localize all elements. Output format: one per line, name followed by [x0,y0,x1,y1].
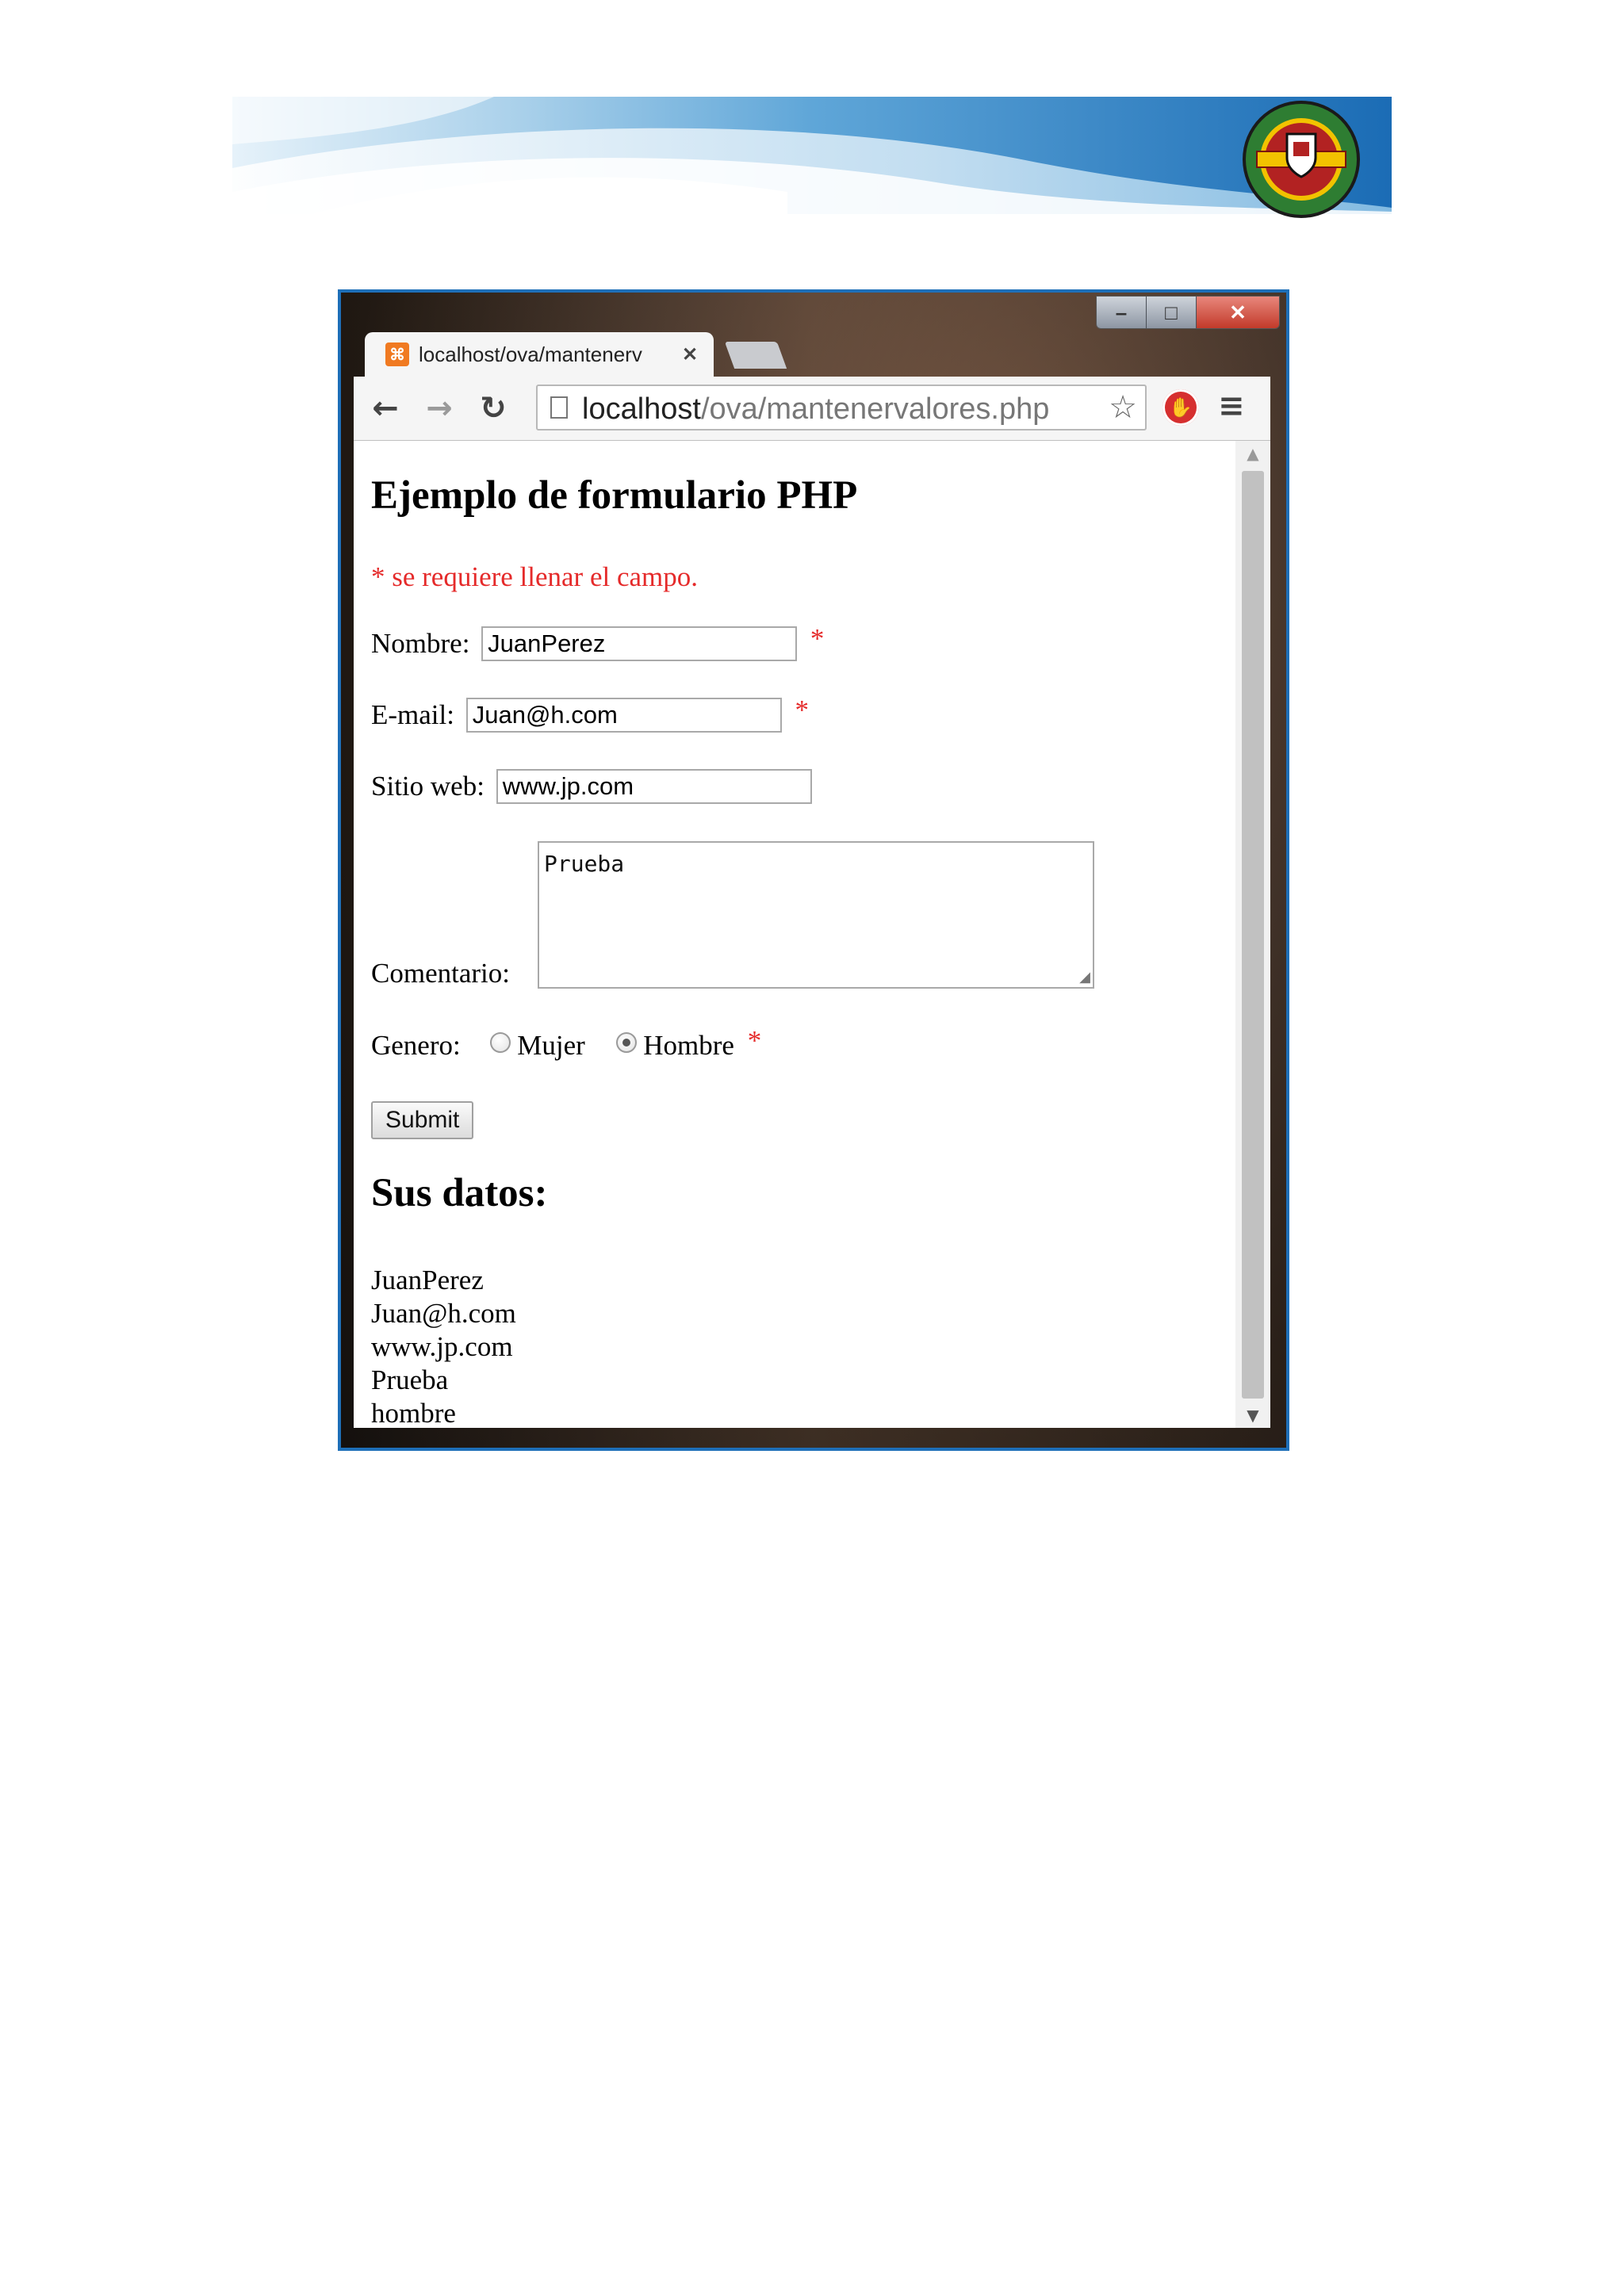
vertical-scrollbar[interactable]: ▲ ▼ [1235,441,1270,1428]
header-banner [232,97,1392,214]
browser-tab[interactable]: ⌘ localhost/ova/mantenerv ✕ [365,332,714,377]
back-arrow-icon[interactable]: ← [365,388,406,429]
email-required-marker: * [795,694,809,725]
address-bar[interactable]: localhost/ova/mantenervalores.php ☆ [536,385,1147,430]
radio-hombre-label: Hombre [643,1029,734,1061]
radio-mujer[interactable] [490,1031,511,1053]
result-item: Juan@h.com [371,1298,516,1329]
minimize-icon[interactable]: – [1097,297,1147,328]
nombre-input[interactable]: JuanPerez [481,626,798,661]
results-heading: Sus datos: [371,1171,548,1215]
nombre-required-marker: * [810,622,825,654]
window-controls: – □ ✕ [1096,296,1280,329]
email-input[interactable]: Juan@h.com [465,697,782,733]
scroll-up-arrow-icon[interactable]: ▲ [1235,441,1270,466]
university-seal-logo [1241,99,1362,220]
submit-button[interactable]: Submit [371,1101,474,1139]
star-icon[interactable]: ☆ [1109,389,1137,426]
required-note: * se requiere llenar el campo. [371,561,699,592]
comentario-label: Comentario: [371,958,510,989]
url-text[interactable]: localhost/ova/mantenervalores.php [582,392,1049,427]
scrollbar-thumb[interactable] [1242,471,1264,1399]
browser-window: – □ ✕ ⌘ localhost/ova/mantenerv ✕ ← → ↻ … [338,289,1289,1451]
forward-arrow-icon[interactable]: → [419,388,460,429]
result-item: hombre [371,1398,456,1429]
email-label: E-mail: [371,698,454,730]
xampp-favicon-icon: ⌘ [385,342,409,366]
nombre-label: Nombre: [371,627,470,659]
browser-toolbar: ← → ↻ localhost/ova/mantenervalores.php … [354,377,1270,441]
comentario-textarea[interactable]: Prueba ◢ [538,841,1094,989]
reload-icon[interactable]: ↻ [473,388,514,429]
page-content: Ejemplo de formulario PHP * se requiere … [354,441,1235,1430]
radio-mujer-label: Mujer [517,1029,585,1061]
page-icon [550,396,568,419]
tab-title: localhost/ova/mantenerv [419,342,642,366]
adblock-icon[interactable]: ✋ [1162,389,1199,426]
comentario-value: Prueba [544,851,625,877]
result-item: Prueba [371,1364,449,1395]
tab-close-icon[interactable]: ✕ [682,343,698,366]
genero-row: Genero: Mujer Hombre * [371,1024,762,1062]
radio-hombre[interactable] [616,1031,638,1053]
scroll-down-arrow-icon[interactable]: ▼ [1235,1402,1270,1428]
result-item: www.jp.com [371,1331,513,1362]
email-row: E-mail: Juan@h.com * [371,694,809,733]
sitio-web-input[interactable]: www.jp.com [496,768,812,804]
menu-icon[interactable]: ≡ [1218,388,1245,424]
genero-label: Genero: [371,1029,461,1061]
new-tab-button[interactable] [724,342,787,369]
resize-handle-icon[interactable]: ◢ [1079,969,1090,985]
results-list: JuanPerez Juan@h.com www.jp.com Prueba h… [371,1264,516,1430]
page-title: Ejemplo de formulario PHP [371,473,858,518]
sitio-web-label: Sitio web: [371,770,485,802]
close-icon[interactable]: ✕ [1197,297,1279,328]
genero-required-marker: * [747,1024,762,1056]
nombre-row: Nombre: JuanPerez * [371,622,825,661]
result-item: JuanPerez [371,1265,484,1295]
maximize-icon[interactable]: □ [1147,297,1197,328]
sitio-web-row: Sitio web: www.jp.com [371,768,812,804]
